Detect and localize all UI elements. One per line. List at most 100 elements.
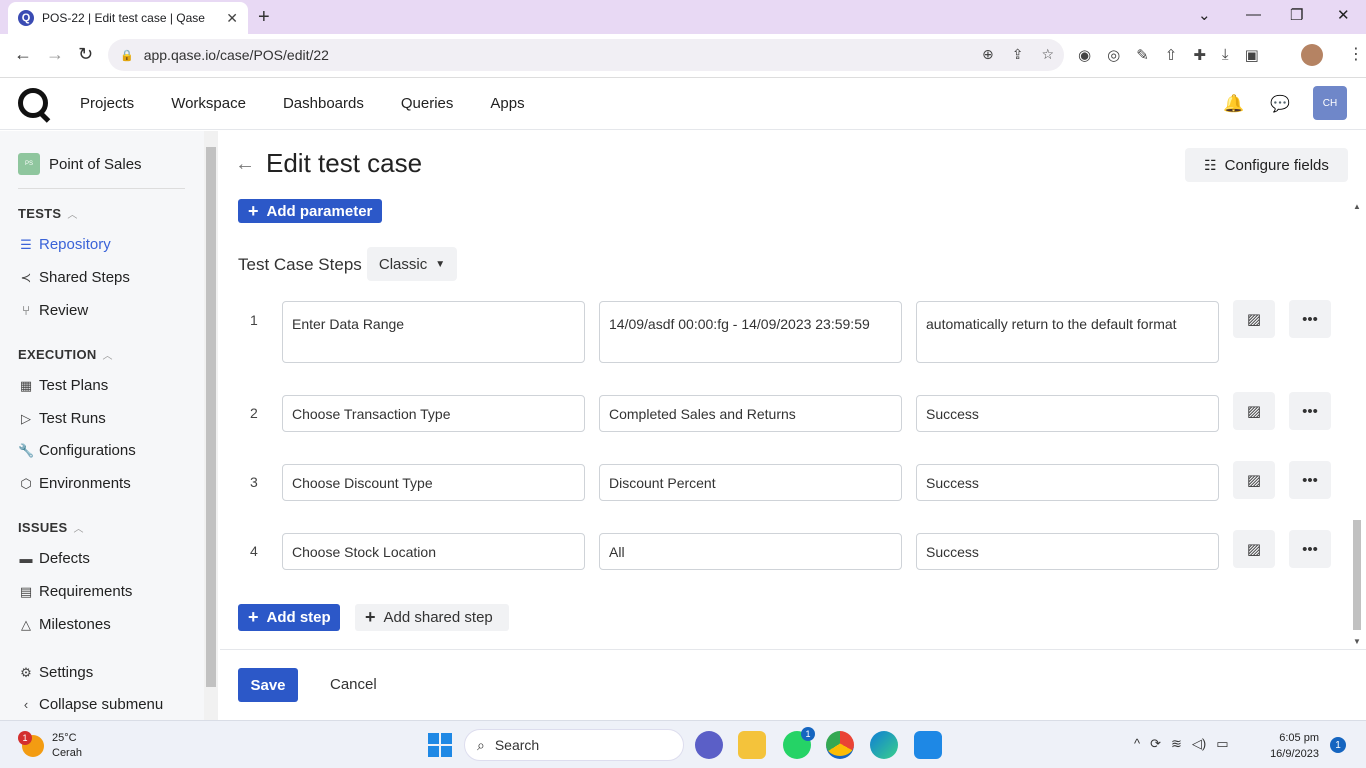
circle-extension-icon[interactable]: ◎ <box>1107 46 1120 64</box>
sync-icon[interactable]: ⟳ <box>1150 736 1161 752</box>
camera-extension-icon[interactable]: ◉ <box>1078 46 1091 64</box>
taskbar-search[interactable]: ⌕ Search <box>464 729 684 761</box>
chat-bubble-icon[interactable]: 💬 <box>1270 94 1290 114</box>
table-icon: ▦ <box>19 377 33 393</box>
tray-chevron-up-icon[interactable]: ^ <box>1134 736 1140 752</box>
step-data-field[interactable]: All <box>599 533 902 570</box>
sidebar-item-review[interactable]: ⑂ Review <box>18 302 88 319</box>
save-button[interactable]: Save <box>238 668 298 702</box>
clock[interactable]: 6:05 pm 16/9/2023 <box>1262 730 1319 762</box>
section-execution[interactable]: EXECUTION ︿ <box>18 347 113 362</box>
sidebar-item-repository[interactable]: ☰ Repository <box>18 236 111 253</box>
sidebar-item-environments[interactable]: ⬡ Environments <box>18 475 130 492</box>
teams-meet-icon[interactable] <box>695 731 723 759</box>
file-explorer-icon[interactable] <box>738 731 766 759</box>
reload-icon[interactable]: ↻ <box>78 44 93 65</box>
step-expected-field[interactable]: Success <box>916 464 1219 501</box>
edge-icon[interactable] <box>870 731 898 759</box>
extensions-puzzle-icon[interactable]: ✚ <box>1193 46 1206 64</box>
section-issues[interactable]: ISSUES ︿ <box>18 520 84 535</box>
nav-projects[interactable]: Projects <box>80 95 134 112</box>
user-avatar[interactable]: CH <box>1313 86 1347 120</box>
more-options-icon[interactable]: ••• <box>1289 392 1331 430</box>
section-tests[interactable]: TESTS ︿ <box>18 206 78 221</box>
browser-profile-avatar[interactable] <box>1301 44 1323 66</box>
more-options-icon[interactable]: ••• <box>1289 461 1331 499</box>
attach-image-icon[interactable]: ▨ <box>1233 461 1275 499</box>
wifi-icon[interactable]: ≋ <box>1171 736 1182 752</box>
new-tab-icon[interactable]: + <box>258 6 270 29</box>
pen-extension-icon[interactable]: ✎ <box>1136 46 1149 64</box>
volume-icon[interactable]: ◁) <box>1192 736 1206 752</box>
bookmark-star-icon[interactable]: ☆ <box>1041 46 1054 63</box>
browser-menu-icon[interactable]: ⋮ <box>1348 44 1364 64</box>
windows-start-icon[interactable] <box>428 733 452 757</box>
address-bar[interactable]: 🔒 app.qase.io/case/POS/edit/22 ⊕ ⇪ ☆ <box>108 39 1064 71</box>
add-parameter-button[interactable]: + Add parameter <box>238 199 382 223</box>
main-scrollbar-thumb[interactable] <box>1353 520 1361 630</box>
project-selector[interactable]: PS Point of Sales <box>18 153 142 175</box>
zoom-icon[interactable]: ⊕ <box>982 46 994 63</box>
back-arrow-icon[interactable]: ← <box>235 153 255 176</box>
step-action-field[interactable]: Choose Transaction Type <box>282 395 585 432</box>
tab-close-icon[interactable]: ✕ <box>226 10 238 27</box>
share-icon[interactable]: ⇪ <box>1012 46 1024 63</box>
step-expected-field[interactable]: automatically return to the default form… <box>916 301 1219 363</box>
whatsapp-icon[interactable]: 1 <box>783 727 815 759</box>
sidebar-item-milestones[interactable]: △ Milestones <box>18 616 111 633</box>
sidebar-item-shared-steps[interactable]: ≺ Shared Steps <box>18 269 130 286</box>
sidebar-item-test-plans[interactable]: ▦ Test Plans <box>18 377 108 394</box>
vscode-icon[interactable] <box>914 731 942 759</box>
step-action-field[interactable]: Choose Stock Location <box>282 533 585 570</box>
download-icon[interactable]: ⤓ <box>1222 46 1229 64</box>
collapse-submenu-button[interactable]: ‹ Collapse submenu <box>18 696 163 713</box>
notifications-bell-icon[interactable]: 🔔 <box>1223 94 1244 114</box>
nav-dashboards[interactable]: Dashboards <box>283 95 364 112</box>
forward-icon[interactable]: → <box>46 44 64 65</box>
nav-apps[interactable]: Apps <box>490 95 524 112</box>
scroll-down-icon[interactable]: ▼ <box>1353 637 1361 646</box>
notification-badge[interactable]: 1 <box>1330 737 1346 753</box>
attach-image-icon[interactable]: ▨ <box>1233 392 1275 430</box>
sidebar-item-defects[interactable]: ▬ Defects <box>18 550 90 567</box>
cancel-button[interactable]: Cancel <box>330 676 377 693</box>
main-scrollbar[interactable]: ▲ ▼ <box>1350 200 1364 648</box>
step-data-field[interactable]: Discount Percent <box>599 464 902 501</box>
attach-image-icon[interactable]: ▨ <box>1233 300 1275 338</box>
upload-extension-icon[interactable]: ⇧ <box>1165 46 1178 64</box>
more-options-icon[interactable]: ••• <box>1289 300 1331 338</box>
step-action-field[interactable]: Enter Data Range <box>282 301 585 363</box>
steps-title: Test Case Steps <box>238 255 362 274</box>
step-expected-field[interactable]: Success <box>916 395 1219 432</box>
sidebar-item-configurations[interactable]: 🔧 Configurations <box>18 442 136 459</box>
add-shared-step-button[interactable]: + Add shared step <box>355 604 509 631</box>
weather-widget[interactable]: 1 25°C Cerah <box>18 731 82 761</box>
sidebar-scrollbar[interactable] <box>204 131 218 720</box>
tab-search-chevron-icon[interactable]: ⌄ <box>1198 6 1211 24</box>
qase-logo-icon[interactable] <box>18 88 48 118</box>
steps-mode-select[interactable]: Classic ▼ <box>367 247 457 281</box>
side-panel-icon[interactable]: ▣ <box>1245 46 1259 64</box>
nav-workspace[interactable]: Workspace <box>171 95 246 112</box>
nav-queries[interactable]: Queries <box>401 95 454 112</box>
step-expected-field[interactable]: Success <box>916 533 1219 570</box>
window-close-icon[interactable]: ✕ <box>1337 6 1350 24</box>
maximize-icon[interactable]: ❐ <box>1290 6 1303 24</box>
add-step-button[interactable]: + Add step <box>238 604 340 631</box>
sidebar-item-requirements[interactable]: ▤ Requirements <box>18 583 133 600</box>
battery-icon[interactable]: ▭ <box>1216 736 1228 752</box>
chrome-icon[interactable] <box>826 731 854 759</box>
sidebar-scrollbar-thumb[interactable] <box>206 147 216 687</box>
step-data-field[interactable]: 14/09/asdf 00:00:fg - 14/09/2023 23:59:5… <box>599 301 902 363</box>
minimize-icon[interactable]: — <box>1246 6 1261 23</box>
configure-fields-button[interactable]: ☷ Configure fields <box>1185 148 1348 182</box>
back-icon[interactable]: ← <box>14 44 32 65</box>
sidebar-item-test-runs[interactable]: ▷ Test Runs <box>18 410 106 427</box>
browser-tab[interactable]: Q POS-22 | Edit test case | Qase ✕ <box>8 2 248 34</box>
step-data-field[interactable]: Completed Sales and Returns <box>599 395 902 432</box>
scroll-up-icon[interactable]: ▲ <box>1353 202 1361 211</box>
sidebar-item-settings[interactable]: ⚙ Settings <box>18 664 93 681</box>
attach-image-icon[interactable]: ▨ <box>1233 530 1275 568</box>
more-options-icon[interactable]: ••• <box>1289 530 1331 568</box>
step-action-field[interactable]: Choose Discount Type <box>282 464 585 501</box>
